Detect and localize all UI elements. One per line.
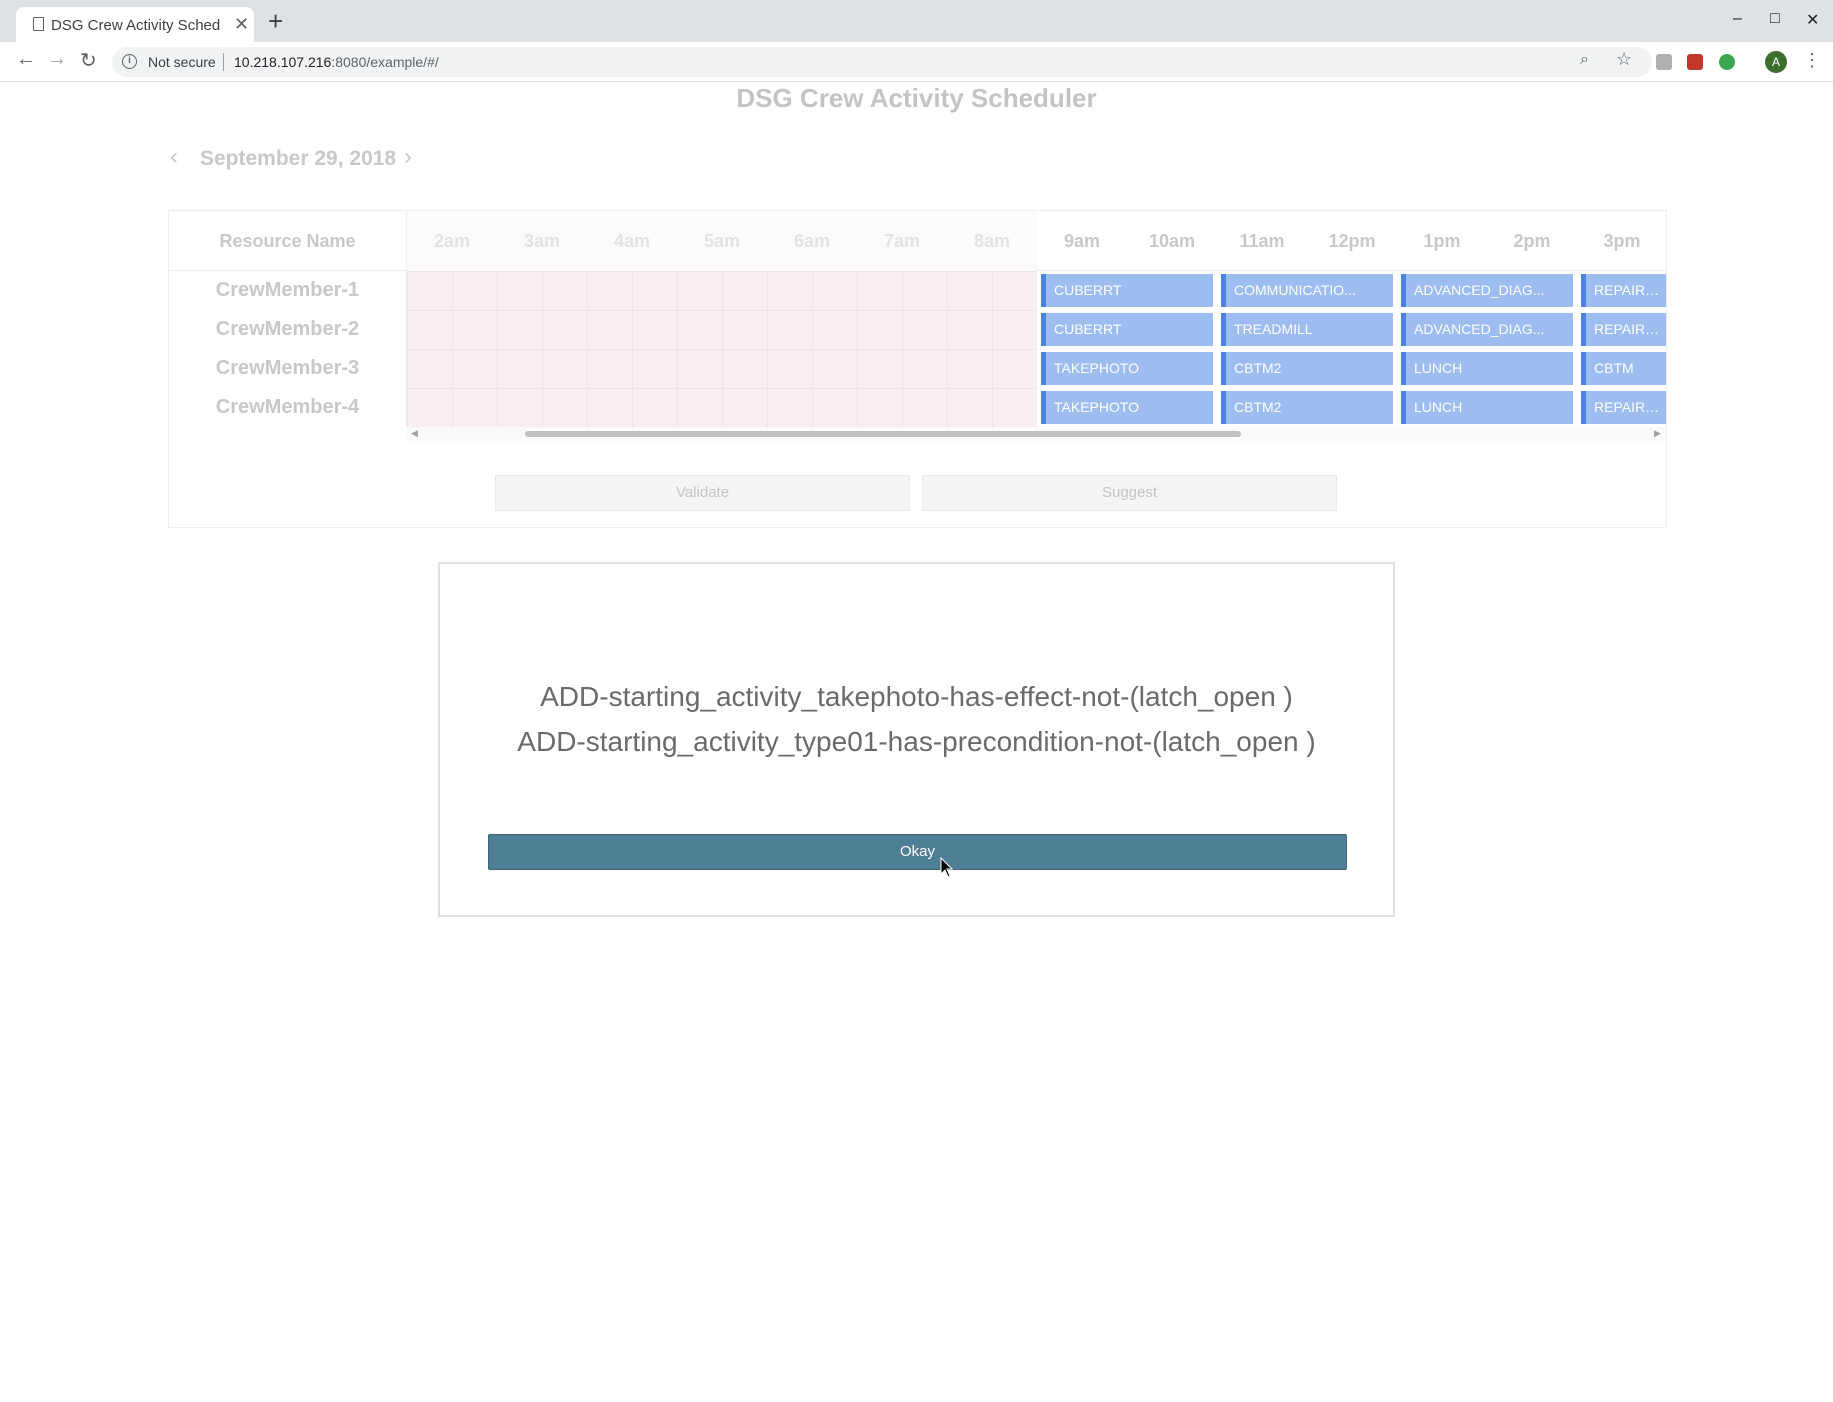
suggest-button[interactable]: Suggest bbox=[922, 475, 1337, 511]
back-icon[interactable]: ← bbox=[16, 48, 36, 71]
tab-title: DSG Crew Activity Schedu bbox=[51, 17, 221, 34]
address-bar[interactable]: i Not secure 10.218.107.216:8080/example… bbox=[112, 47, 1652, 77]
extension-icon[interactable] bbox=[1719, 54, 1735, 70]
message-dialog: ADD-starting_activity_takephoto-has-effe… bbox=[438, 562, 1395, 917]
hour-header: 5am bbox=[677, 211, 767, 271]
hour-header: 7am bbox=[857, 211, 947, 271]
activity-event[interactable]: TAKEPHOTO bbox=[1041, 352, 1213, 385]
message-line-2: ADD-starting_activity_type01-has-precond… bbox=[517, 726, 1316, 757]
minimize-icon[interactable]: – bbox=[1733, 10, 1742, 28]
activity-event[interactable]: TREADMILL bbox=[1221, 313, 1393, 346]
browser-menu-icon[interactable]: ⋮ bbox=[1803, 50, 1821, 71]
scrollbar-thumb[interactable] bbox=[525, 431, 1241, 437]
next-day-icon[interactable]: › bbox=[404, 143, 412, 171]
hour-header: 9am bbox=[1063, 231, 1101, 251]
scroll-right-icon[interactable]: ▶ bbox=[1654, 428, 1661, 439]
url-host: 10.218.107.216 bbox=[234, 54, 332, 70]
hour-header: 6am bbox=[767, 211, 857, 271]
page-title: DSG Crew Activity Scheduler bbox=[736, 83, 1097, 113]
activity-event[interactable]: REPAIRSHU bbox=[1581, 391, 1666, 424]
activity-event[interactable]: LUNCH bbox=[1401, 352, 1573, 385]
zoom-icon[interactable]: ⌕ bbox=[1580, 51, 1589, 69]
activity-event[interactable]: LUNCH bbox=[1401, 391, 1573, 424]
hour-header: 3am bbox=[497, 211, 587, 271]
profile-avatar[interactable]: A bbox=[1765, 51, 1787, 73]
browser-toolbar: ← → ↻ i Not secure 10.218.107.216:8080/e… bbox=[0, 42, 1833, 82]
prev-day-icon[interactable]: ‹ bbox=[170, 143, 178, 171]
resource-name: CrewMember-1 bbox=[169, 271, 407, 310]
info-icon[interactable]: i bbox=[122, 54, 137, 69]
hour-header: 8am bbox=[947, 211, 1037, 271]
activity-event[interactable]: CBTM2 bbox=[1221, 352, 1393, 385]
scroll-left-icon[interactable]: ◀ bbox=[411, 428, 418, 439]
hour-header: 11am bbox=[1239, 231, 1285, 251]
current-date: September 29, 2018 bbox=[200, 147, 397, 170]
hour-header: 10am bbox=[1148, 231, 1196, 251]
mouse-cursor-icon bbox=[940, 857, 954, 878]
forward-icon[interactable]: → bbox=[47, 48, 67, 71]
url-text[interactable]: 10.218.107.216:8080/example/#/ bbox=[234, 54, 439, 70]
okay-button[interactable]: Okay bbox=[488, 834, 1347, 870]
scheduler-header: Resource Name 2am 3am 4am 5am 6am 7am 8am 9am 10… bbox=[169, 211, 1666, 271]
page-icon bbox=[33, 17, 44, 31]
activity-event[interactable]: REPAIRSHU bbox=[1581, 274, 1666, 307]
url-path: :8080/example/#/ bbox=[331, 54, 439, 70]
scheduler-grid: Resource Name 2am 3am 4am 5am 6am 7am 8am 9am 10… bbox=[168, 210, 1667, 528]
activity-event[interactable]: ADVANCED_DIAG... bbox=[1401, 274, 1573, 307]
tab-close-icon[interactable]: ✕ bbox=[234, 14, 249, 35]
extension-icon[interactable] bbox=[1656, 54, 1672, 70]
activity-event[interactable]: CBTM bbox=[1581, 352, 1666, 385]
activity-event[interactable]: COMMUNICATIO... bbox=[1221, 274, 1393, 307]
activity-event[interactable]: CUBERRT bbox=[1041, 313, 1213, 346]
validate-button[interactable]: Validate bbox=[495, 475, 910, 511]
message-line-1: ADD-starting_activity_takephoto-has-effe… bbox=[540, 681, 1293, 712]
hour-header: 3pm bbox=[1603, 231, 1641, 251]
activity-event[interactable]: ADVANCED_DIAG... bbox=[1401, 313, 1573, 346]
resource-name: CrewMember-4 bbox=[169, 388, 407, 427]
resource-name-header: Resource Name bbox=[169, 211, 407, 271]
reload-icon[interactable]: ↻ bbox=[80, 48, 97, 73]
horizontal-scrollbar[interactable]: ◀ ▶ bbox=[407, 427, 1666, 441]
browser-tab[interactable]: DSG Crew Activity Schedu ✕ bbox=[16, 7, 254, 42]
resource-name: CrewMember-2 bbox=[169, 310, 407, 349]
off-hours-region bbox=[407, 271, 1037, 427]
activity-event[interactable]: CUBERRT bbox=[1041, 274, 1213, 307]
activity-event[interactable]: REPAIRSHU bbox=[1581, 313, 1666, 346]
hour-header: 2am bbox=[407, 211, 497, 271]
hour-header: 2pm bbox=[1513, 231, 1551, 251]
activity-event[interactable]: CBTM2 bbox=[1221, 391, 1393, 424]
maximize-icon[interactable]: □ bbox=[1770, 10, 1780, 28]
browser-tabstrip: DSG Crew Activity Schedu ✕ + – □ ✕ bbox=[0, 0, 1833, 42]
hour-header: 4am bbox=[587, 211, 677, 271]
resource-name: CrewMember-3 bbox=[169, 349, 407, 388]
window-close-icon[interactable]: ✕ bbox=[1806, 10, 1819, 30]
new-tab-button[interactable]: + bbox=[268, 8, 283, 34]
extension-icon[interactable] bbox=[1687, 54, 1703, 70]
hour-header: 1pm bbox=[1423, 231, 1461, 251]
activity-event[interactable]: TAKEPHOTO bbox=[1041, 391, 1213, 424]
hour-header: 12pm bbox=[1328, 231, 1376, 251]
security-label: Not secure bbox=[148, 54, 216, 70]
bookmark-star-icon[interactable]: ☆ bbox=[1616, 49, 1632, 70]
address-separator bbox=[223, 53, 224, 71]
